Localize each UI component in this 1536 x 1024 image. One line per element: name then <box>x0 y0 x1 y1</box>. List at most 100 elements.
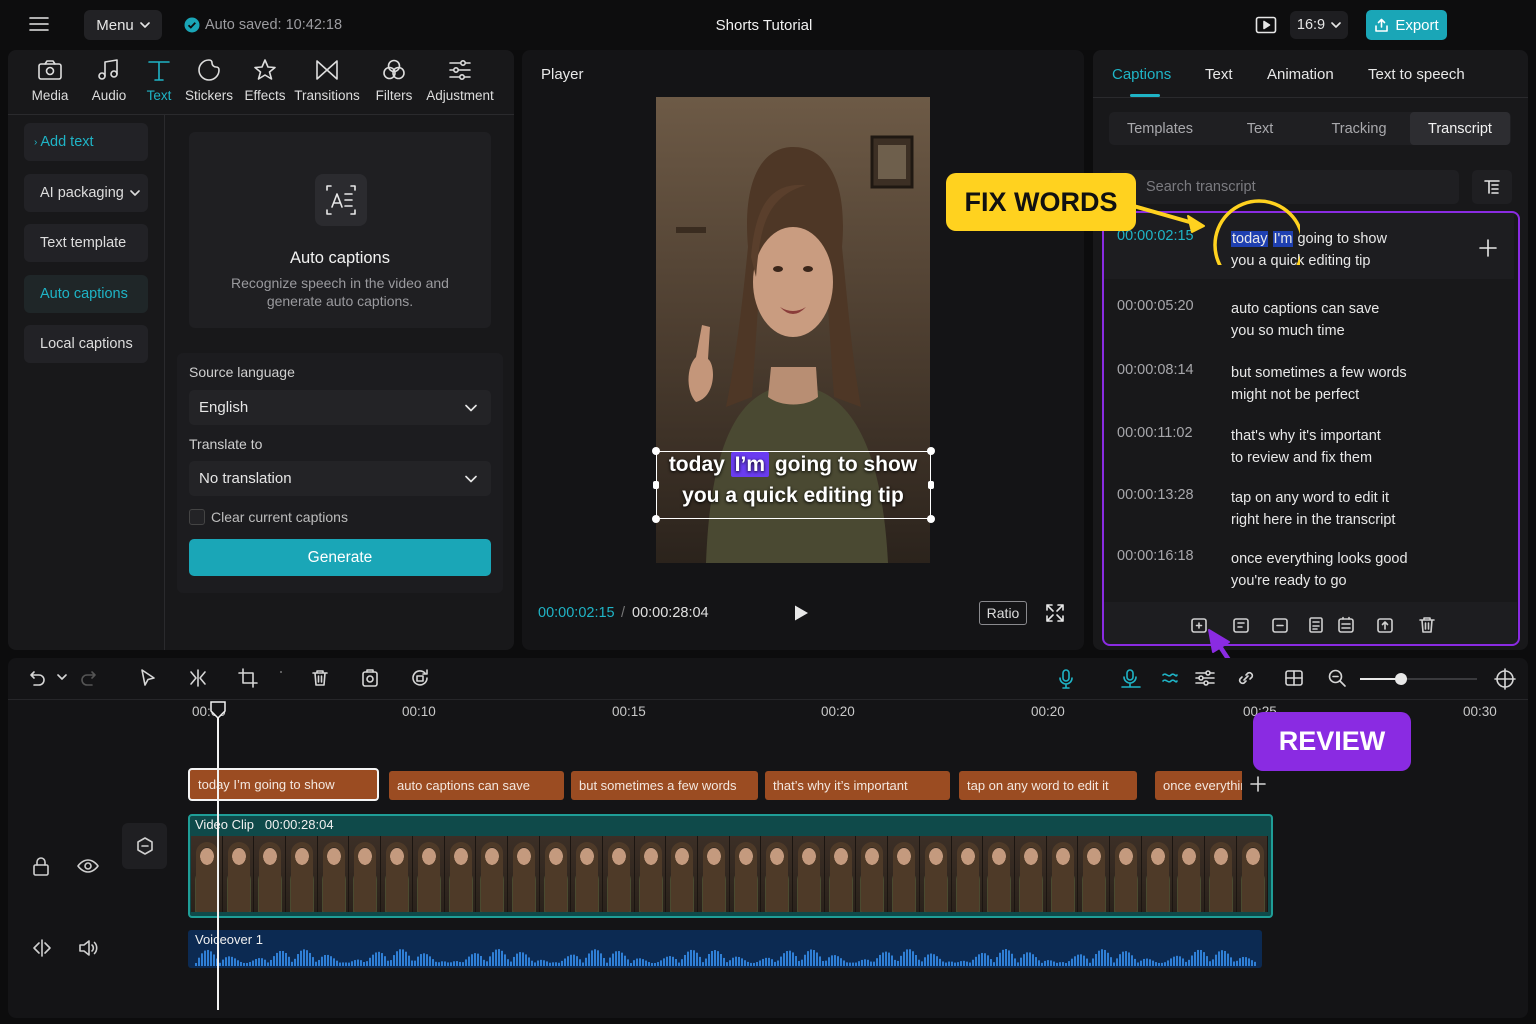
translate-select[interactable]: No translation <box>189 461 491 496</box>
auto-caption-link-icon[interactable] <box>1160 668 1180 688</box>
select-cursor-icon[interactable] <box>138 668 158 688</box>
resize-handle[interactable] <box>927 447 935 455</box>
rotate-icon[interactable] <box>410 668 430 688</box>
undo-icon[interactable] <box>26 668 46 688</box>
tab-label: Text to speech <box>1368 66 1465 83</box>
waveform-bar <box>1002 949 1004 966</box>
ruler-tick: 00:20 <box>1031 704 1065 719</box>
audio-split-icon[interactable] <box>32 939 52 957</box>
subtab-text[interactable]: Text <box>1212 112 1308 145</box>
redo-icon[interactable] <box>80 668 100 688</box>
waveform-bar <box>564 958 566 966</box>
waveform-bar <box>780 956 782 966</box>
resize-handle[interactable] <box>927 515 935 523</box>
resize-handle[interactable] <box>653 481 659 489</box>
microphone-icon[interactable] <box>1056 668 1076 690</box>
waveform-bar <box>990 959 992 966</box>
crop-icon[interactable] <box>238 668 258 688</box>
auto-captions-button[interactable]: Auto captions <box>24 275 148 313</box>
add-text-button[interactable]: › Add text <box>24 123 148 161</box>
waveform-bar <box>297 954 299 966</box>
zoom-slider-track[interactable] <box>1360 673 1477 685</box>
caption-clip[interactable]: tap on any word to edit it <box>959 771 1137 800</box>
tab-text[interactable]: Text <box>1205 66 1233 83</box>
menu-button[interactable]: Menu <box>84 10 162 40</box>
waveform-bar <box>1029 952 1031 966</box>
waveform-bar <box>948 961 950 966</box>
waveform-bar <box>1032 954 1034 966</box>
waveform-bar <box>936 956 938 966</box>
tab-captions[interactable]: Captions <box>1112 66 1171 83</box>
preview-play-icon[interactable] <box>1255 16 1277 34</box>
generate-button[interactable]: Generate <box>189 539 491 576</box>
waveform-bar <box>822 961 824 966</box>
waveform-bar <box>561 960 563 966</box>
tool-transitions[interactable]: Transitions <box>294 58 360 103</box>
tool-effects[interactable]: Effects <box>235 58 295 103</box>
add-caption-icon[interactable] <box>1250 776 1266 792</box>
caption-clip[interactable]: once everything <box>1155 771 1242 800</box>
preview-axis-icon[interactable] <box>1284 668 1304 688</box>
tool-stickers[interactable]: Stickers <box>179 58 239 103</box>
eye-icon[interactable] <box>77 858 99 874</box>
split-icon[interactable] <box>188 668 208 688</box>
waveform-bar <box>339 962 341 966</box>
waveform-bar <box>252 960 254 966</box>
voice-effect-icon[interactable] <box>1120 668 1142 690</box>
caption-selection-box[interactable] <box>656 451 931 519</box>
waveform-bar <box>714 950 716 966</box>
playhead-handle[interactable] <box>210 701 226 719</box>
filter-button[interactable] <box>1472 170 1512 204</box>
zoom-slider-handle[interactable] <box>1394 673 1407 685</box>
divider <box>8 699 1528 700</box>
waveform-bar <box>1026 952 1028 966</box>
caption-clip[interactable]: that’s why it’s important <box>765 771 950 800</box>
waveform-bar <box>1089 962 1091 966</box>
tab-text-to-speech[interactable]: Text to speech <box>1368 66 1465 83</box>
waveform-bar <box>606 962 608 966</box>
subtab-templates[interactable]: Templates <box>1112 112 1208 145</box>
chevron-down-icon[interactable] <box>57 673 67 681</box>
delete-icon[interactable] <box>310 668 330 688</box>
waveform-bar <box>738 956 740 966</box>
export-button[interactable]: Export <box>1366 10 1447 40</box>
hamburger-icon[interactable] <box>28 15 50 33</box>
tool-adjustment[interactable]: Adjustment <box>426 58 494 103</box>
tool-label: Text <box>146 88 172 103</box>
fit-timeline-icon[interactable] <box>1494 668 1516 690</box>
tool-media[interactable]: Media <box>20 58 80 103</box>
ratio-button[interactable]: Ratio <box>979 601 1027 625</box>
ai-packaging-button[interactable]: AI packaging <box>24 174 148 212</box>
waveform-bar <box>1158 962 1160 966</box>
volume-icon[interactable] <box>78 939 98 957</box>
zoom-in-icon[interactable] <box>1327 668 1347 688</box>
resize-handle[interactable] <box>652 447 660 455</box>
tab-animation[interactable]: Animation <box>1267 66 1334 83</box>
playhead-line[interactable] <box>217 712 219 1010</box>
resize-handle[interactable] <box>652 515 660 523</box>
aspect-ratio-dropdown[interactable]: 16:9 <box>1290 11 1348 39</box>
waveform-bar <box>900 955 902 966</box>
subtab-transcript[interactable]: Transcript <box>1410 112 1510 145</box>
caption-clip[interactable]: auto captions can save <box>389 771 564 800</box>
freeze-frame-icon[interactable] <box>360 668 380 688</box>
waveform-bar <box>330 956 332 966</box>
source-language-select[interactable]: English <box>189 390 491 425</box>
clear-captions-checkbox[interactable] <box>189 509 205 525</box>
waveform-bar <box>726 962 728 966</box>
text-template-button[interactable]: Text template <box>24 224 148 262</box>
cover-button[interactable] <box>122 823 167 869</box>
tool-filters[interactable]: Filters <box>364 58 424 103</box>
link-clips-icon[interactable] <box>1236 668 1256 688</box>
fullscreen-icon[interactable] <box>1045 603 1065 623</box>
waveform-bar <box>417 956 419 966</box>
waveform-bar <box>462 962 464 966</box>
resize-handle[interactable] <box>928 481 934 489</box>
caption-clip[interactable]: but sometimes a few words <box>571 771 758 800</box>
audio-mixer-icon[interactable] <box>1194 668 1216 688</box>
play-icon[interactable] <box>793 604 809 622</box>
lock-icon[interactable] <box>32 856 50 876</box>
waveform-bar <box>1221 950 1223 966</box>
local-captions-button[interactable]: Local captions <box>24 325 148 363</box>
subtab-tracking[interactable]: Tracking <box>1311 112 1407 145</box>
